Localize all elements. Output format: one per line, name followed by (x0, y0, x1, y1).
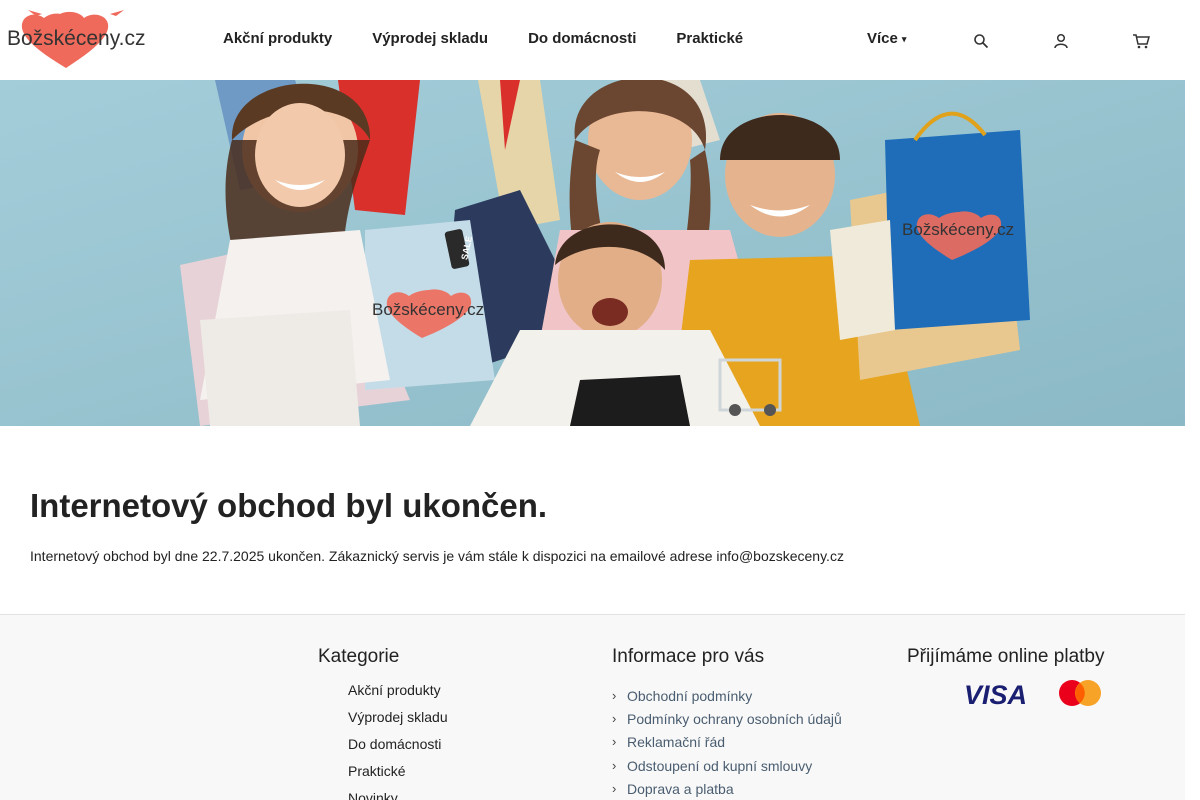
chevron-right-icon: › (612, 781, 617, 797)
info-link-ochrana-udaju[interactable]: › Podmínky ochrany osobních údajů (612, 707, 842, 730)
info-link-doprava-platba[interactable]: › Doprava a platba (612, 778, 842, 800)
nav-item-prakticke[interactable]: Praktické (676, 30, 743, 47)
categories-list: Akční produkty Výprodej skladu Do domácn… (348, 682, 448, 800)
footer-category-akcni-produkty[interactable]: Akční produkty (348, 682, 448, 709)
chevron-right-icon: › (612, 711, 617, 727)
info-link-label: Reklamační řád (627, 734, 726, 751)
chevron-right-icon: › (612, 687, 617, 703)
site-logo[interactable]: Božskéceny.cz (6, 10, 151, 70)
chevron-down-icon: ▾ (901, 33, 907, 44)
site-header: Božskéceny.cz Akční produkty Výprodej sk… (0, 0, 1185, 80)
page-title: Internetový obchod byl ukončen. (30, 487, 548, 524)
chevron-right-icon: › (612, 757, 617, 773)
visa-logo-icon: VISA (964, 680, 1036, 710)
nav-item-do-domacnosti[interactable]: Do domácnosti (528, 30, 636, 47)
svg-text:Božskéceny.cz: Božskéceny.cz (372, 300, 484, 319)
info-link-obchodni-podminky[interactable]: › Obchodní podmínky (612, 684, 842, 707)
site-footer: Kategorie Akční produkty Výprodej skladu… (0, 614, 1185, 800)
nav-item-akcni-produkty[interactable]: Akční produkty (223, 30, 332, 47)
info-link-reklamacni-rad[interactable]: › Reklamační řád (612, 731, 842, 754)
info-link-label: Doprava a platba (627, 781, 734, 798)
info-link-odstoupeni[interactable]: › Odstoupení od kupní smlouvy (612, 754, 842, 777)
footer-category-prakticke[interactable]: Praktické (348, 763, 448, 790)
footer-category-vyprodej-skladu[interactable]: Výprodej skladu (348, 709, 448, 736)
footer-category-do-domacnosti[interactable]: Do domácnosti (348, 736, 448, 763)
svg-text:Božskéceny.cz: Božskéceny.cz (7, 27, 146, 50)
nav-more-button[interactable]: Více ▾ (867, 30, 906, 47)
info-link-label: Obchodní podmínky (627, 687, 753, 704)
svg-text:VISA: VISA (964, 681, 1027, 707)
cart-icon[interactable] (1130, 30, 1152, 52)
chevron-right-icon: › (612, 734, 617, 750)
info-title: Informace pro vás (612, 646, 765, 667)
nav-item-vyprodej-skladu[interactable]: Výprodej skladu (372, 30, 488, 47)
user-icon[interactable] (1050, 30, 1072, 52)
info-link-label: Podmínky ochrany osobních údajů (627, 711, 842, 728)
mastercard-logo-icon (1058, 679, 1102, 707)
svg-text:Božskéceny.cz: Božskéceny.cz (902, 220, 1014, 239)
info-links-list: › Obchodní podmínky › Podmínky ochrany oso… (612, 684, 842, 800)
page: Božskéceny.cz Akční produkty Výprodej sk… (0, 0, 1185, 800)
hero-banner: SALE Božskéceny.cz Božskéceny.cz (0, 80, 1185, 426)
info-link-label: Odstoupení od kupní smlouvy (627, 757, 813, 774)
nav-more-label: Více (867, 30, 898, 47)
categories-title: Kategorie (318, 646, 400, 667)
main-nav: Akční produkty Výprodej skladu Do domácn… (223, 30, 783, 47)
payments-title: Přijímáme online platby (907, 646, 1105, 667)
footer-category-novinky[interactable]: Novinky (348, 790, 448, 800)
hero-image: SALE Božskéceny.cz Božskéceny.cz (0, 80, 1185, 426)
search-icon[interactable] (970, 30, 992, 52)
closure-notice: Internetový obchod byl dne 22.7.2025 uko… (30, 548, 844, 564)
